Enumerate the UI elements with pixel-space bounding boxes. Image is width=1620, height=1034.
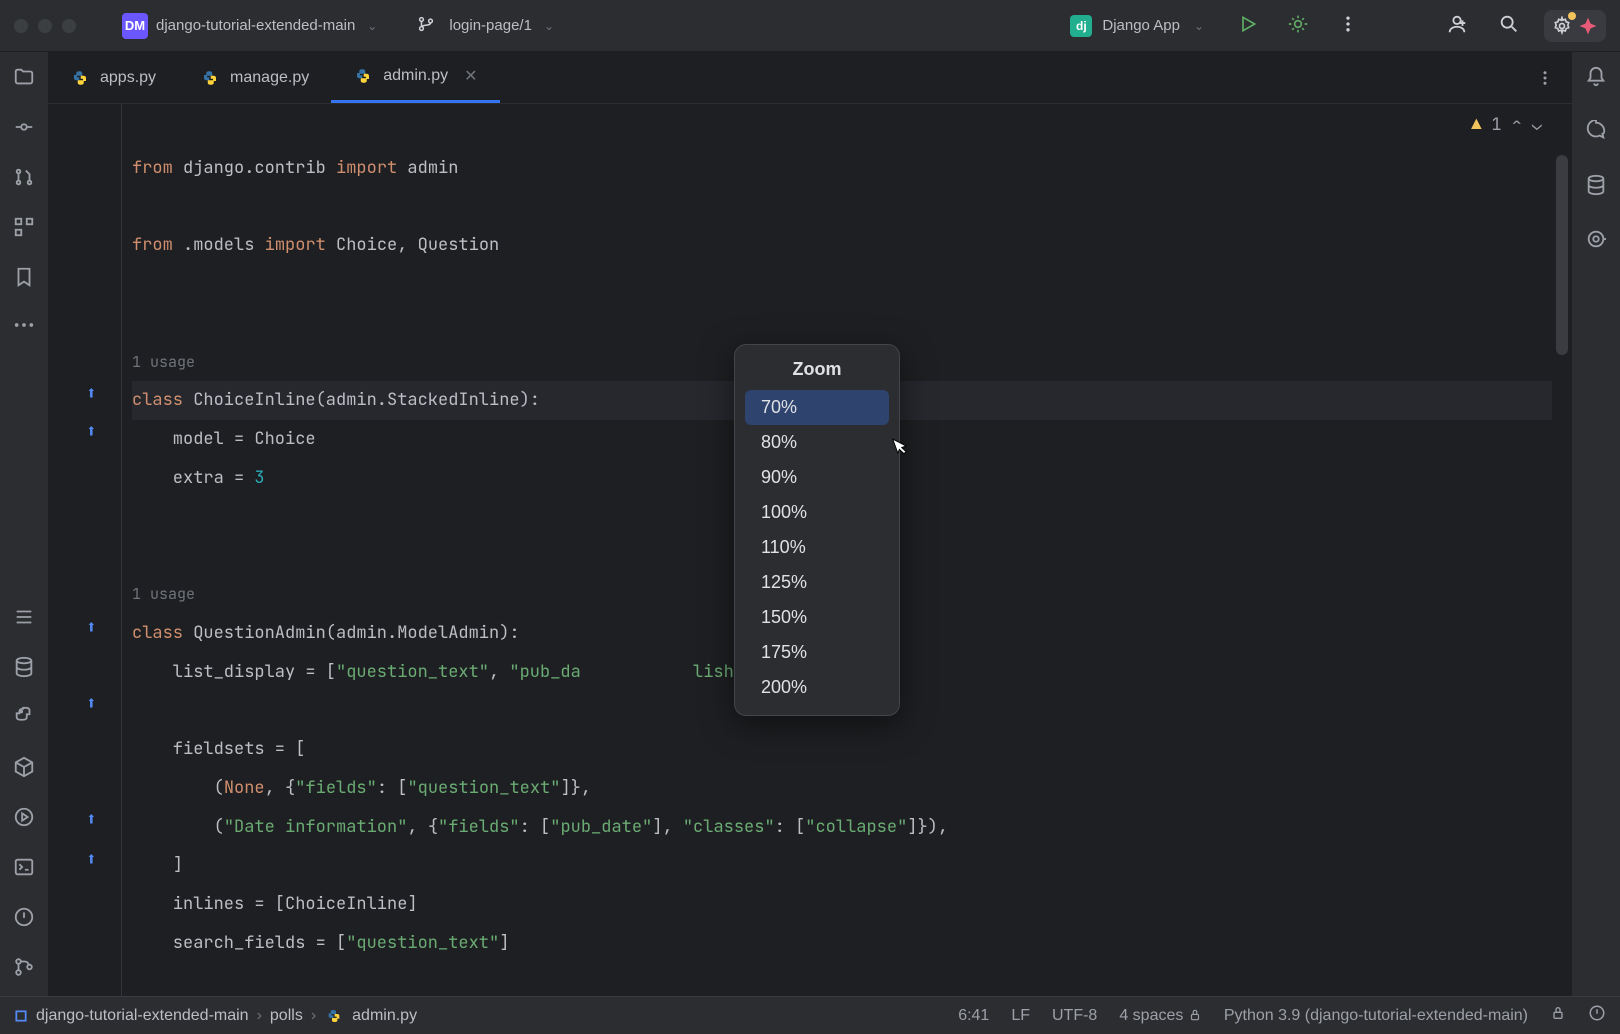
more-actions-button[interactable] [1332,8,1364,44]
override-gutter-icon[interactable]: ⬆ [86,382,97,405]
python-file-icon [324,1006,344,1026]
tab-apps[interactable]: apps.py [48,52,178,103]
run-config-selector[interactable]: dj Django App ⌄ [1060,11,1214,41]
zoom-popup-title: Zoom [745,353,889,390]
python-file-icon [200,68,220,88]
search-everywhere-icon[interactable] [1492,7,1526,45]
python-file-icon [70,68,90,88]
code-with-me-icon[interactable] [1440,7,1474,45]
lock-icon[interactable] [1550,1005,1566,1026]
zoom-option-150[interactable]: 150% [745,600,889,635]
ai-assistant-icon [1578,16,1598,36]
line-separator[interactable]: LF [1011,1007,1030,1025]
override-gutter-icon[interactable]: ⬆ [86,808,97,831]
zoom-option-175[interactable]: 175% [745,635,889,670]
tab-label: admin.py [383,67,448,85]
run-config-name: Django App [1102,17,1180,34]
traffic-min[interactable] [38,19,52,33]
terminal-tool-icon[interactable] [13,856,35,882]
python-file-icon [353,66,373,86]
indent-config[interactable]: 4 spaces [1119,1007,1202,1025]
notification-dot-icon [1568,12,1576,20]
chevron-right-icon: › [311,1007,316,1025]
zoom-option-100[interactable]: 100% [745,495,889,530]
pull-requests-icon[interactable] [13,166,35,192]
zoom-option-90[interactable]: 90% [745,460,889,495]
module-icon [14,1009,28,1023]
database-tool-icon[interactable] [13,656,35,682]
branch-name: login-page/1 [449,17,532,34]
status-problems-icon[interactable] [1588,1004,1606,1027]
tab-manage[interactable]: manage.py [178,52,331,103]
window-controls [14,19,76,33]
editor-tabs: apps.py manage.py admin.py ✕ [48,52,1572,104]
endpoints-tool-icon[interactable] [1585,228,1607,254]
settings-button[interactable] [1544,10,1606,42]
tab-label: apps.py [100,69,156,87]
django-icon: dj [1070,15,1092,37]
ai-tool-icon[interactable] [1585,120,1607,146]
run-button[interactable] [1232,8,1264,44]
zoom-option-80[interactable]: 80% [745,425,889,460]
left-tool-rail [0,52,48,996]
debug-button[interactable] [1282,8,1314,44]
zoom-option-70[interactable]: 70% [745,390,889,425]
project-tool-icon[interactable] [13,66,35,92]
tab-label: manage.py [230,69,309,87]
project-icon: DM [122,13,148,39]
titlebar: DM django-tutorial-extended-main ⌄ login… [0,0,1620,52]
chevron-down-icon: ⌄ [367,19,377,33]
project-selector[interactable]: DM django-tutorial-extended-main ⌄ [114,9,385,43]
traffic-max[interactable] [62,19,76,33]
project-name: django-tutorial-extended-main [156,17,355,34]
more-tools-icon[interactable] [13,316,35,333]
override-gutter-icon[interactable]: ⬆ [86,616,97,639]
chevron-down-icon: ⌄ [1194,19,1204,33]
override-gutter-icon[interactable]: ⬆ [86,692,97,715]
breadcrumb-folder: polls [270,1007,303,1025]
zoom-option-125[interactable]: 125% [745,565,889,600]
python-console-icon[interactable] [13,706,35,732]
status-bar: django-tutorial-extended-main › polls › … [0,996,1620,1034]
zoom-option-200[interactable]: 200% [745,670,889,705]
breadcrumb-root: django-tutorial-extended-main [36,1007,249,1025]
vcs-tool-icon[interactable] [13,956,35,982]
caret-position[interactable]: 6:41 [958,1007,989,1025]
vcs-branch-selector[interactable]: login-page/1 ⌄ [403,5,562,47]
bookmarks-tool-icon[interactable] [13,266,35,292]
zoom-option-110[interactable]: 110% [745,530,889,565]
breadcrumb[interactable]: django-tutorial-extended-main › polls › … [14,1006,417,1026]
zoom-popup: Zoom 70% 80% 90% 100% 110% 125% 150% 175… [734,344,900,716]
right-tool-rail [1572,52,1620,996]
chevron-down-icon: ⌄ [544,19,554,33]
breadcrumb-file: admin.py [352,1007,417,1025]
readonly-icon [1188,1008,1202,1022]
problems-tool-icon[interactable] [13,906,35,932]
chevron-right-icon: › [257,1007,262,1025]
override-gutter-icon[interactable]: ⬆ [86,848,97,871]
python-interpreter[interactable]: Python 3.9 (django-tutorial-extended-mai… [1224,1007,1528,1025]
structure-tool-icon[interactable] [13,216,35,242]
close-tab-icon[interactable]: ✕ [464,66,477,86]
todo-tool-icon[interactable] [13,606,35,632]
notifications-tool-icon[interactable] [1585,66,1607,92]
branch-icon [411,9,441,43]
database-right-icon[interactable] [1585,174,1607,200]
commit-tool-icon[interactable] [13,116,35,142]
scrollbar-thumb[interactable] [1556,155,1568,355]
tab-options-button[interactable] [1518,52,1572,103]
tab-admin[interactable]: admin.py ✕ [331,52,499,103]
file-encoding[interactable]: UTF-8 [1052,1007,1097,1025]
services-tool-icon[interactable] [13,806,35,832]
traffic-close[interactable] [14,19,28,33]
gutter: ⬆ ⬆ ⬆ ⬆ ⬆ ⬆ [48,104,122,996]
packages-tool-icon[interactable] [13,756,35,782]
override-gutter-icon[interactable]: ⬆ [86,420,97,443]
